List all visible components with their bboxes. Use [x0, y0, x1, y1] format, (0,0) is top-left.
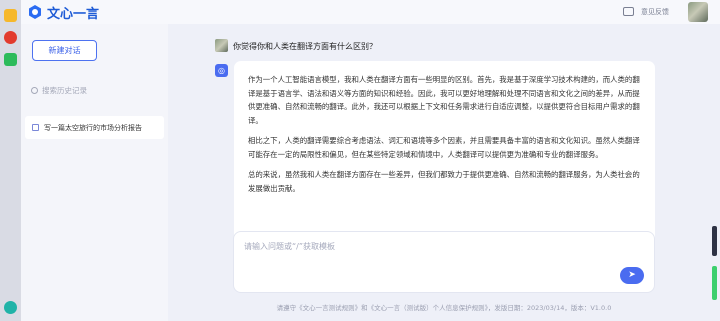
avatar[interactable]	[688, 2, 708, 22]
answer-paragraph: 作为一个人工智能语言模型，我和人类在翻译方面有一些明显的区别。首先，我是基于深度…	[248, 75, 640, 125]
user-message: 你觉得你和人类在翻译方面有什么区别？	[233, 42, 377, 51]
prompt-input[interactable]	[244, 242, 544, 251]
send-button[interactable]: ➤	[620, 267, 644, 284]
search-placeholder: 搜索历史记录	[42, 86, 87, 95]
weibo-icon[interactable]	[4, 31, 17, 44]
answer-paragraph: 总的来说，虽然我和人类在翻译方面存在一些差异，但我们都致力于提供更准确、自然和流…	[248, 170, 640, 193]
top-header: 文心一言 意见反馈	[21, 0, 720, 24]
search-icon	[31, 87, 38, 94]
chat-main: 你觉得你和人类在翻译方面有什么区别？ ◎ 作为一个人工智能语言模型，我和人类在翻…	[168, 24, 720, 321]
history-item[interactable]: 写一篇太空旅行的市场分析报告	[25, 116, 164, 139]
bot-avatar-icon: ◎	[215, 64, 228, 77]
chat-icon	[32, 124, 39, 131]
feedback-link[interactable]: 意见反馈	[641, 7, 669, 17]
side-indicator	[712, 266, 717, 300]
user-avatar	[215, 39, 228, 52]
prompt-box: ➤	[233, 231, 655, 293]
side-handle[interactable]	[712, 226, 717, 256]
new-chat-button[interactable]: 新建对话	[32, 40, 97, 61]
footer-notice: 请遵守《文心一言测试规则》和《文心一言（测试版）个人信息保护规则》，发版日期：2…	[276, 304, 612, 312]
assistant-icon[interactable]	[4, 301, 17, 314]
bot-answer: 作为一个人工智能语言模型，我和人类在翻译方面有一些明显的区别。首先，我是基于深度…	[234, 61, 655, 245]
star-icon[interactable]	[4, 9, 17, 22]
app-name: 文心一言	[47, 7, 100, 22]
mail-icon[interactable]	[4, 53, 17, 66]
app-strip	[0, 0, 21, 321]
mail-feedback-icon[interactable]	[623, 7, 634, 16]
answer-paragraph: 相比之下，人类的翻译需要综合考虑语法、词汇和语境等多个因素，并且需要具备丰富的语…	[248, 136, 640, 159]
history-item-title: 写一篇太空旅行的市场分析报告	[44, 124, 142, 132]
history-search[interactable]: 搜索历史记录	[31, 85, 87, 96]
sidebar: 新建对话 搜索历史记录 写一篇太空旅行的市场分析报告	[21, 24, 168, 321]
wenxin-logo-icon	[29, 5, 41, 19]
